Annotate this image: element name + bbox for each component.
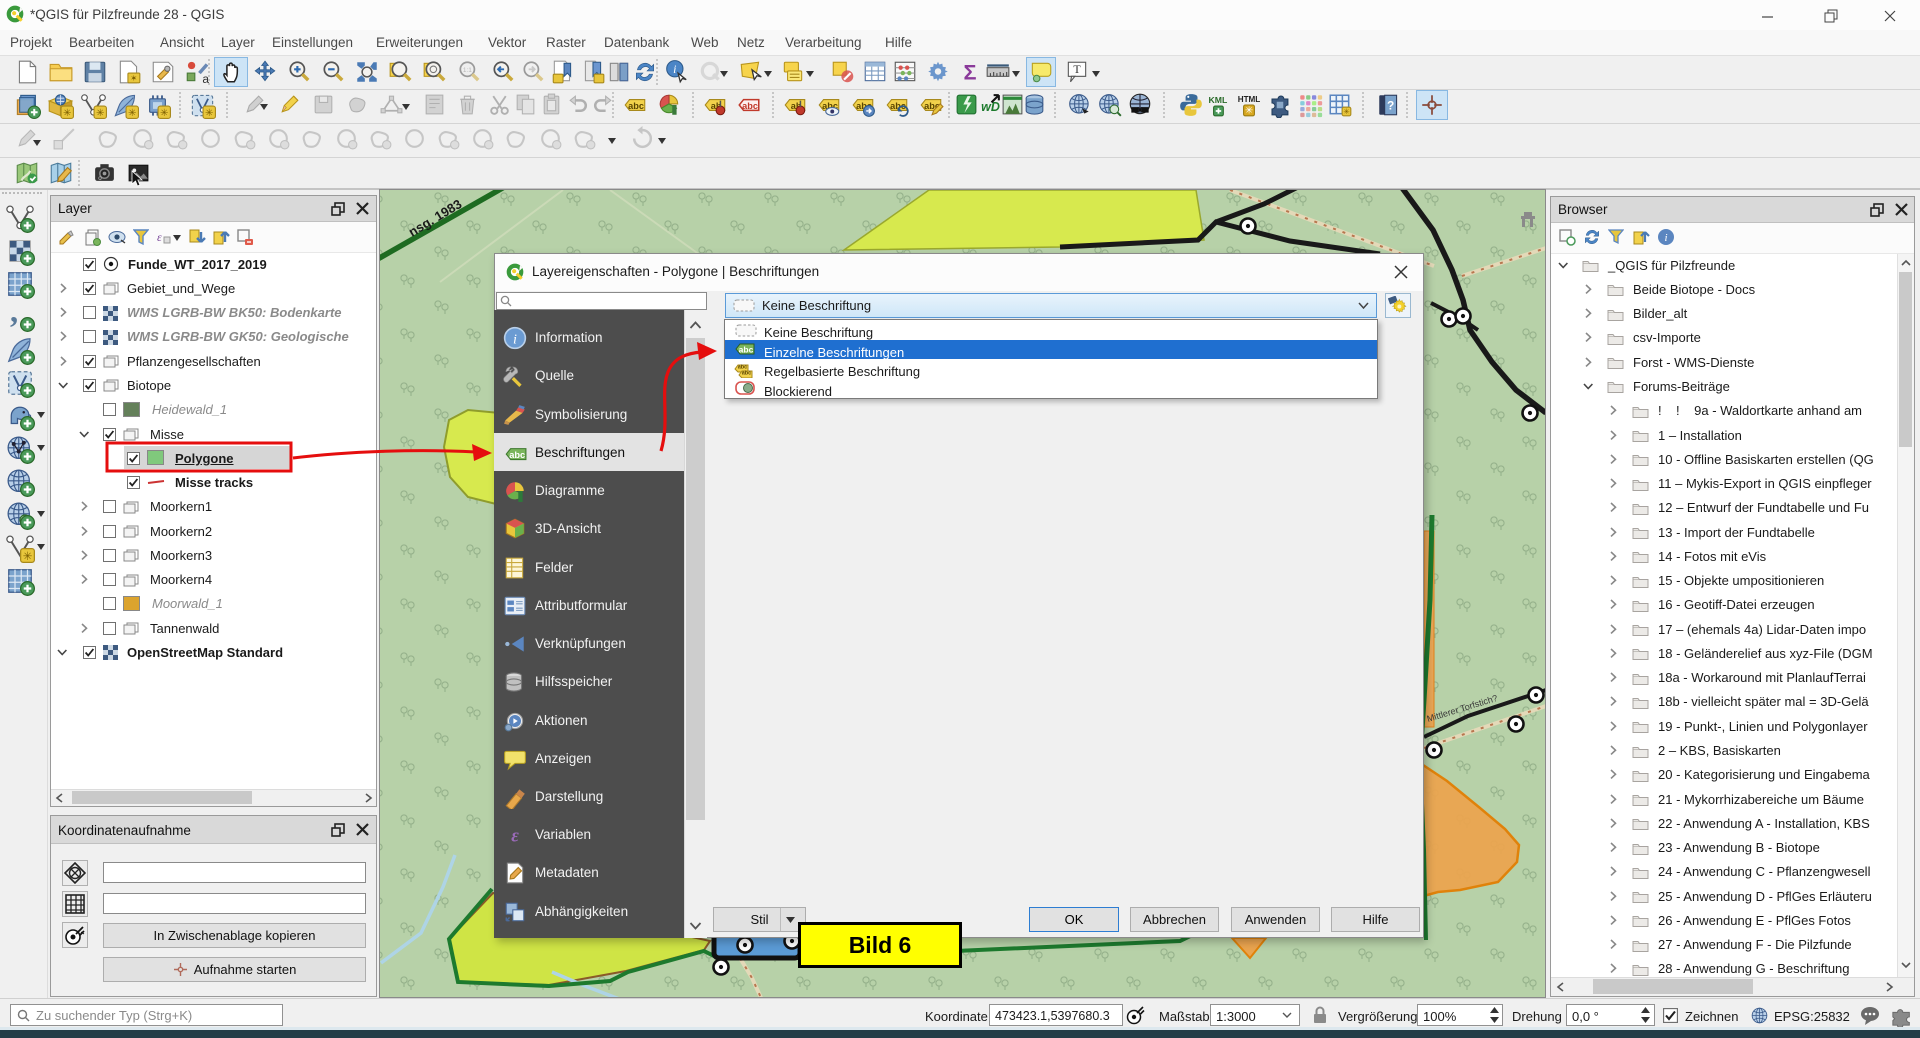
svg-text:✶: ✶	[130, 73, 137, 83]
svg-text:✳: ✳	[23, 551, 32, 563]
svg-text:✳: ✳	[96, 108, 104, 119]
svg-text:abc: abc	[742, 101, 758, 111]
svg-text:abc: abc	[742, 371, 751, 377]
svg-text:abc: abc	[628, 101, 644, 111]
svg-text:i: i	[673, 62, 676, 76]
svg-text:?: ?	[1387, 98, 1394, 112]
svg-text:T: T	[1073, 62, 1081, 76]
svg-text:ε: ε	[157, 230, 162, 244]
svg-text:✳: ✳	[128, 108, 136, 119]
svg-text:abc: abc	[739, 345, 754, 355]
svg-text:o: o	[98, 175, 102, 182]
svg-text:i: i	[1664, 232, 1667, 244]
svg-text:KML: KML	[1209, 95, 1228, 105]
svg-text:✳: ✳	[1343, 107, 1350, 116]
svg-text:✳: ✳	[205, 108, 213, 119]
svg-text:i: i	[513, 332, 517, 348]
svg-text:1:1: 1:1	[463, 67, 472, 74]
svg-text:wD: wD	[981, 100, 1000, 114]
svg-text:abc: abc	[509, 450, 525, 460]
svg-text:Σ: Σ	[964, 60, 977, 85]
svg-text:✳: ✳	[160, 108, 168, 119]
svg-text:ε: ε	[511, 826, 519, 847]
svg-text:✳: ✳	[1245, 106, 1253, 117]
svg-text:✳: ✳	[63, 108, 71, 119]
svg-text:HTML: HTML	[1238, 95, 1261, 104]
svg-text:,: ,	[10, 302, 18, 330]
